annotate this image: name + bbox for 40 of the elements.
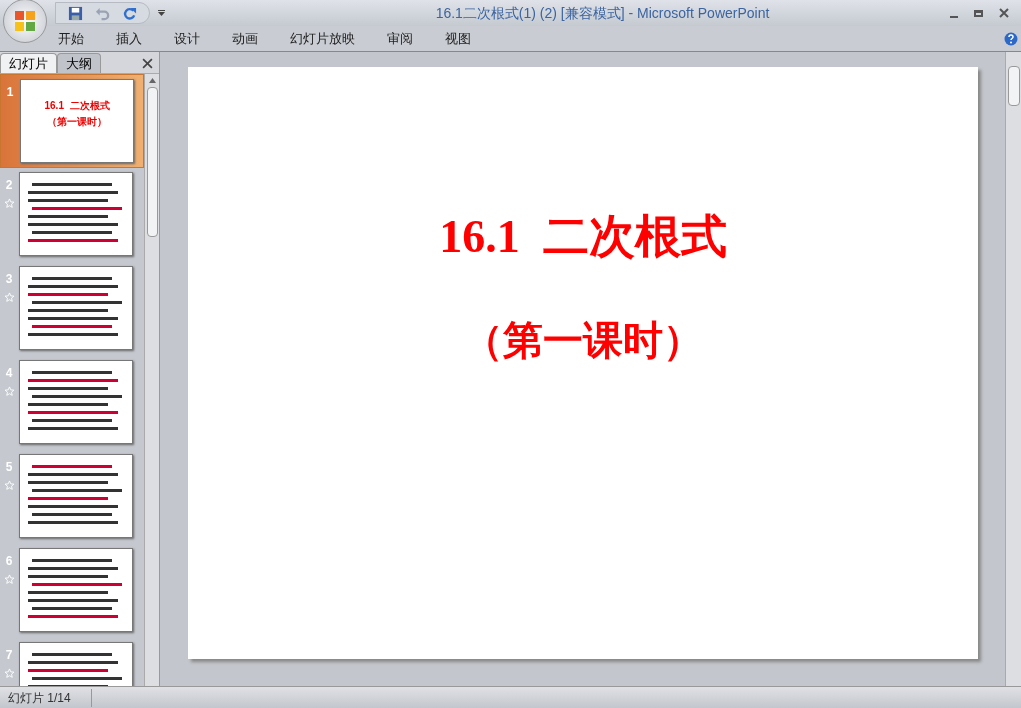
slide-title: 16.1 二次根式 bbox=[439, 210, 727, 264]
ribbon-tab[interactable]: 审阅 bbox=[387, 28, 413, 49]
slide-thumbnail[interactable] bbox=[19, 172, 133, 256]
slide-number: 3 bbox=[5, 271, 13, 288]
slide-number: 4 bbox=[5, 365, 13, 382]
window-title: 16.1二次根式(1) (2) [兼容模式] - Microsoft PowerPoint bbox=[434, 3, 770, 23]
pane-tab[interactable]: 幻灯片 bbox=[0, 53, 57, 73]
thumbnail-text: 16.1 二次根式 bbox=[44, 100, 110, 112]
slide-thumbnail[interactable] bbox=[19, 454, 133, 538]
slide-number: 2 bbox=[5, 177, 13, 194]
restore-icon[interactable] bbox=[974, 9, 983, 17]
slide-number: 7 bbox=[5, 647, 13, 664]
slide-number: 6 bbox=[5, 553, 13, 570]
ribbon-tab[interactable]: 视图 bbox=[445, 28, 471, 49]
scroll-thumb[interactable] bbox=[146, 87, 158, 237]
slide-number: 1 bbox=[6, 84, 14, 101]
slide-subtitle: （第一课时） bbox=[463, 317, 703, 365]
slide-thumbnail[interactable] bbox=[19, 548, 133, 632]
ribbon-tab[interactable]: 动画 bbox=[232, 28, 258, 49]
customize-menu-icon[interactable] bbox=[158, 10, 165, 16]
redo-icon[interactable] bbox=[122, 5, 137, 21]
ribbon-tab[interactable]: 插入 bbox=[116, 28, 142, 49]
slide-thumbnail[interactable]: 16.1 二次根式 （第一课时） bbox=[20, 79, 134, 163]
slide-row[interactable]: 1 16.1 二次根式 （第一课时） bbox=[0, 74, 144, 168]
pane-tab[interactable]: 大纲 bbox=[57, 53, 101, 73]
help-icon[interactable] bbox=[1004, 31, 1018, 46]
slide-number: 5 bbox=[5, 459, 13, 476]
ribbon-tab[interactable]: 开始 bbox=[58, 28, 84, 49]
scroll-up-icon[interactable] bbox=[148, 78, 156, 83]
ribbon-tab[interactable]: 设计 bbox=[174, 28, 200, 49]
save-icon[interactable] bbox=[68, 5, 83, 21]
close-icon[interactable] bbox=[999, 8, 1009, 18]
close-icon[interactable] bbox=[142, 58, 153, 69]
scroll-thumb[interactable] bbox=[1007, 66, 1020, 106]
status-text: 幻灯片 1/14 bbox=[0, 688, 92, 707]
slide-thumbnail[interactable] bbox=[19, 360, 133, 444]
slide-thumbnail[interactable] bbox=[19, 266, 133, 350]
ribbon-tab[interactable]: 幻灯片放映 bbox=[290, 28, 355, 49]
thumbnail-text: （第一课时） bbox=[47, 116, 107, 128]
office-logo-icon bbox=[13, 9, 37, 33]
